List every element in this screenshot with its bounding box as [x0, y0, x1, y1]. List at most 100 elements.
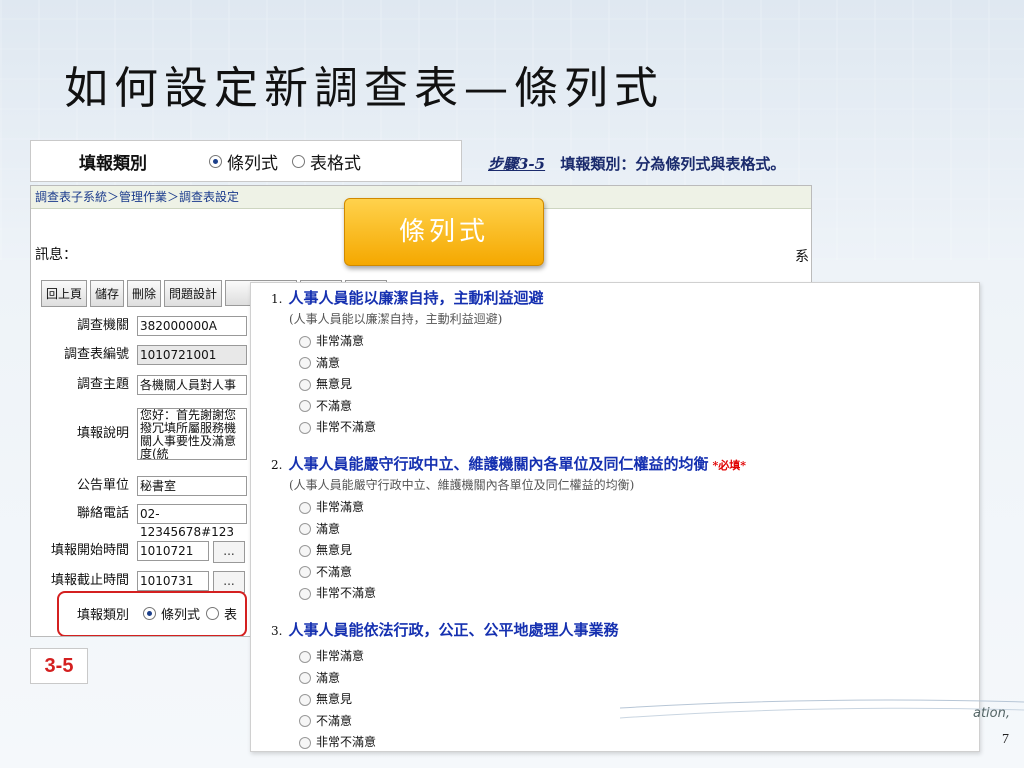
- option[interactable]: 非常不滿意: [299, 583, 746, 605]
- radio-option[interactable]: [299, 566, 311, 578]
- radio-list-style[interactable]: [209, 154, 222, 168]
- field-label: 填報截止時間: [50, 573, 129, 588]
- start-date-input[interactable]: 1010721: [137, 541, 209, 561]
- option-label: 滿意: [316, 521, 341, 536]
- option[interactable]: 非常滿意: [299, 331, 543, 353]
- radio-option[interactable]: [299, 501, 311, 514]
- survey-preview-panel: 1. 人事人員能以廉潔自持，主動利益迴避 (人事人員能以廉潔自持，主動利益迴避) …: [250, 282, 980, 752]
- slide-title: 如何設定新調查表—條列式: [64, 63, 664, 114]
- radio-option[interactable]: [299, 378, 311, 391]
- question-description: (人事人員能嚴守行政中立、維護機關內各單位及同仁權益的均衡): [289, 478, 635, 492]
- radio-option[interactable]: [299, 693, 311, 706]
- question-options: 非常滿意 滿意 無意見 不滿意 非常不滿意: [299, 497, 746, 605]
- option[interactable]: 滿意: [299, 519, 746, 541]
- field-label: 調查表編號: [63, 347, 129, 362]
- option-label: 滿意: [316, 355, 341, 370]
- option-label: 無意見: [316, 543, 353, 557]
- option-label: 非常不滿意: [316, 420, 377, 434]
- radio-option[interactable]: [299, 672, 311, 684]
- field-label: 填報類別: [76, 608, 129, 623]
- back-button[interactable]: 回上頁: [41, 280, 88, 307]
- question-number: 3.: [271, 624, 283, 638]
- radio-option[interactable]: [299, 523, 311, 535]
- option[interactable]: 非常不滿意: [299, 417, 543, 439]
- option[interactable]: 不滿意: [299, 562, 746, 584]
- radio-option[interactable]: [299, 335, 311, 348]
- option-label: 無意見: [316, 377, 353, 391]
- question-options: 非常滿意 滿意 無意見 不滿意 非常不滿意: [299, 331, 543, 439]
- radio-option[interactable]: [299, 587, 311, 600]
- end-date-input[interactable]: 1010731: [137, 571, 209, 591]
- radio-table-style-form-label: 表: [224, 608, 238, 623]
- question-text: 人事人員能嚴守行政中立、維護機關內各單位及同仁權益的均衡: [288, 455, 709, 473]
- agency-input[interactable]: 382000000A: [137, 316, 247, 336]
- radio-list-style-label: 條列式: [227, 153, 278, 174]
- survey-id-input[interactable]: 1010721001: [137, 345, 247, 365]
- option-label: 不滿意: [316, 713, 353, 728]
- save-button[interactable]: 儲存: [90, 280, 125, 307]
- report-type-strip: 填報類別 條列式 表格式: [30, 140, 462, 182]
- question-options: 非常滿意 滿意 無意見 不滿意 非常不滿意: [299, 646, 618, 754]
- radio-option[interactable]: [299, 544, 311, 557]
- step-note: 步驟3-5 填報類別：分為條列式與表格式。: [488, 153, 785, 174]
- option[interactable]: 滿意: [299, 353, 543, 375]
- option[interactable]: 非常滿意: [299, 497, 746, 519]
- radio-list-style-form[interactable]: [143, 607, 156, 620]
- radio-option[interactable]: [299, 650, 311, 663]
- question-2: 2. 人事人員能嚴守行政中立、維護機關內各單位及同仁權益的均衡 *必填* (人事人員…: [271, 453, 746, 605]
- field-label: 填報開始時間: [50, 543, 129, 558]
- step-description: 填報類別：分為條列式與表格式。: [560, 155, 786, 173]
- option-label: 滿意: [316, 670, 341, 685]
- question-title: 3. 人事人員能依法行政，公正、公平地處理人事業務: [271, 619, 618, 640]
- question-number: 2.: [271, 458, 283, 472]
- field-label: 調查主題: [76, 377, 129, 392]
- option[interactable]: 無意見: [299, 540, 746, 562]
- radio-option[interactable]: [299, 715, 311, 727]
- radio-option[interactable]: [299, 357, 311, 369]
- radio-option[interactable]: [299, 400, 311, 412]
- option[interactable]: 非常滿意: [299, 646, 618, 668]
- radio-list-style-form-label: 條列式: [161, 608, 201, 623]
- option-label: 非常滿意: [316, 334, 365, 348]
- option[interactable]: 無意見: [299, 689, 618, 711]
- question-description: (人事人員能以廉潔自持，主動利益迴避): [289, 312, 503, 326]
- radio-table-style-form[interactable]: [206, 607, 220, 620]
- instructions-textarea[interactable]: 您好：首先謝謝您撥冗填所屬服務機關人事要性及滿意度(統: [137, 408, 247, 460]
- question-title: 1. 人事人員能以廉潔自持，主動利益迴避: [271, 287, 543, 308]
- question-design-button[interactable]: 問題設計: [164, 280, 223, 307]
- question-text: 人事人員能依法行政，公正、公平地處理人事業務: [288, 621, 619, 639]
- question-1: 1. 人事人員能以廉潔自持，主動利益迴避 (人事人員能以廉潔自持，主動利益迴避) …: [271, 287, 543, 439]
- decorative-lines: [620, 699, 1024, 719]
- footer-text: ation,: [972, 706, 1010, 721]
- option[interactable]: 滿意: [299, 668, 618, 690]
- option-label: 非常不滿意: [316, 586, 377, 600]
- option-label: 非常滿意: [316, 500, 365, 514]
- question-3: 3. 人事人員能依法行政，公正、公平地處理人事業務 非常滿意 滿意 無意見 不滿意…: [271, 619, 618, 754]
- field-report-type: 填報類別 條列式 表: [31, 604, 237, 623]
- step-label: 3-5: [30, 648, 88, 684]
- option[interactable]: 不滿意: [299, 396, 543, 418]
- radio-option[interactable]: [299, 736, 311, 749]
- radio-option[interactable]: [299, 421, 311, 434]
- start-date-picker-button[interactable]: ...: [213, 541, 245, 563]
- radio-table-style-label: 表格式: [310, 153, 361, 174]
- option-label: 非常滿意: [316, 649, 365, 663]
- report-type-label: 填報類別: [79, 153, 147, 174]
- phone-input[interactable]: 02-12345678#123: [137, 504, 247, 539]
- option[interactable]: 不滿意: [299, 711, 618, 733]
- question-number: 1.: [271, 292, 283, 306]
- unit-input[interactable]: 秘書室: [137, 476, 247, 496]
- field-label: 填報說明: [76, 426, 129, 441]
- topic-input[interactable]: 各機關人員對人事: [137, 375, 247, 395]
- delete-button[interactable]: 刪除: [127, 280, 162, 307]
- system-label-clipped: 系: [795, 249, 809, 265]
- option-label: 不滿意: [316, 398, 353, 413]
- field-label: 公告單位: [76, 478, 129, 493]
- option-label: 不滿意: [316, 564, 353, 579]
- field-label: 調查機關: [76, 318, 129, 333]
- option[interactable]: 非常不滿意: [299, 732, 618, 754]
- radio-table-style[interactable]: [292, 154, 305, 168]
- end-date-picker-button[interactable]: ...: [213, 571, 245, 593]
- option[interactable]: 無意見: [299, 374, 543, 396]
- option-label: 非常不滿意: [316, 735, 377, 749]
